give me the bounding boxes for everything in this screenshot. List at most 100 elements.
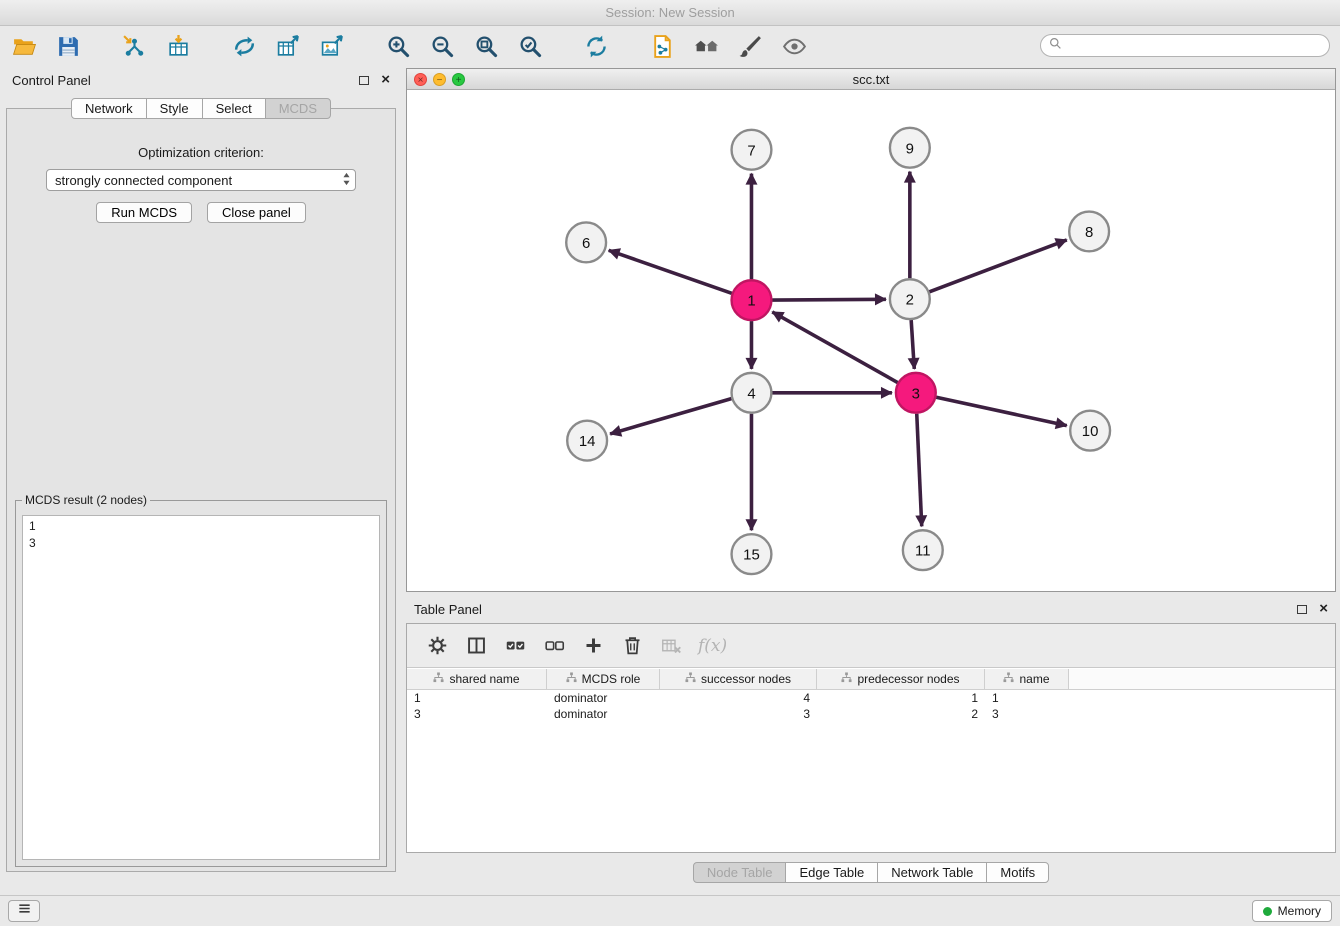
attributes-gear-icon[interactable] — [425, 634, 449, 658]
minimize-window-button[interactable]: − — [433, 73, 446, 86]
node-label-14: 14 — [579, 433, 596, 450]
import-table-icon[interactable] — [162, 31, 194, 61]
tab-network[interactable]: Network — [71, 98, 147, 119]
control-panel-body: NetworkStyleSelectMCDS Optimization crit… — [6, 108, 396, 872]
table-toolbar-icons: f(x) — [407, 624, 1335, 668]
table-panel-body: f(x) shared name MCDS role successor nodes… — [406, 623, 1336, 853]
column-header-label: successor nodes — [701, 672, 791, 686]
column-header-MCDS-role[interactable]: MCDS role — [547, 669, 660, 689]
float-window-icon[interactable] — [1297, 605, 1307, 614]
run-mcds-button[interactable]: Run MCDS — [96, 202, 192, 223]
node-label-7: 7 — [747, 142, 755, 159]
edge-3-11[interactable] — [917, 414, 922, 527]
window-titlebar[interactable]: Session: New Session — [0, 0, 1340, 26]
zoom-fit-icon[interactable] — [470, 31, 502, 61]
delete-column-icon[interactable] — [620, 634, 644, 658]
mcds-result-title: MCDS result (2 nodes) — [22, 493, 150, 507]
cell-name: 3 — [985, 706, 1069, 722]
select-all-columns-icon[interactable] — [503, 634, 527, 658]
table-panel: Table Panel × f(x) shared nameMCDS roles… — [406, 597, 1336, 889]
save-session-icon[interactable] — [52, 31, 84, 61]
column-header-shared-name[interactable]: shared name — [407, 669, 547, 689]
open-session-icon[interactable] — [8, 31, 40, 61]
unselect-all-columns-icon[interactable] — [542, 634, 566, 658]
status-bar: Memory — [0, 895, 1340, 926]
search-box — [1040, 34, 1330, 57]
table-row[interactable]: 3dominator323 — [407, 706, 1335, 722]
column-header-label: name — [1019, 672, 1049, 686]
cell-successor-nodes: 4 — [660, 690, 817, 706]
main-toolbar — [0, 26, 1340, 66]
table-tab-edge-table[interactable]: Edge Table — [785, 862, 878, 883]
table-row[interactable]: 1dominator411 — [407, 690, 1335, 706]
zoom-out-icon[interactable] — [426, 31, 458, 61]
add-column-icon[interactable] — [581, 634, 605, 658]
optimization-criterion-label: Optimization criterion: — [7, 145, 395, 160]
network-window-titlebar[interactable]: × − + scc.txt — [407, 69, 1335, 90]
column-header-successor-nodes[interactable]: successor nodes — [660, 669, 817, 689]
apply-layout-icon[interactable] — [228, 31, 260, 61]
mcds-result-box: MCDS result (2 nodes) 13 — [15, 493, 387, 867]
edge-2-8[interactable] — [929, 240, 1066, 292]
export-image-icon[interactable] — [316, 31, 348, 61]
tab-select[interactable]: Select — [202, 98, 266, 119]
table-tab-motifs[interactable]: Motifs — [986, 862, 1049, 883]
node-label-3: 3 — [912, 385, 920, 402]
cell-predecessor-nodes: 1 — [817, 690, 985, 706]
node-label-4: 4 — [747, 385, 755, 402]
control-panel-header: Control Panel × — [4, 68, 398, 92]
edge-3-1[interactable] — [772, 312, 897, 383]
column-header-label: shared name — [449, 672, 519, 686]
memory-button[interactable]: Memory — [1252, 900, 1332, 922]
column-layout-icon[interactable] — [464, 634, 488, 658]
search-input[interactable] — [1067, 38, 1321, 53]
edge-1-6[interactable] — [609, 250, 732, 293]
table-panel-title: Table Panel — [414, 602, 1297, 617]
column-sort-icon — [1003, 672, 1014, 686]
table-tab-network-table[interactable]: Network Table — [877, 862, 987, 883]
tab-style[interactable]: Style — [146, 98, 203, 119]
close-window-button[interactable]: × — [414, 73, 427, 86]
edge-4-14[interactable] — [610, 399, 731, 434]
edge-3-10[interactable] — [936, 397, 1067, 425]
edge-1-2[interactable] — [772, 299, 886, 300]
table-tab-node-table[interactable]: Node Table — [693, 862, 787, 883]
float-window-icon[interactable] — [359, 76, 369, 85]
edge-2-3[interactable] — [911, 320, 914, 369]
mcds-result-list[interactable]: 13 — [22, 515, 380, 860]
tab-mcds[interactable]: MCDS — [265, 98, 331, 119]
network-canvas[interactable]: 7968124314101511 — [407, 91, 1335, 591]
status-list-button[interactable] — [8, 900, 40, 922]
cell-MCDS-role: dominator — [547, 706, 660, 722]
traffic-lights: × − + — [414, 73, 465, 86]
table-header-row: shared name MCDS role successor nodes prede… — [407, 669, 1335, 690]
close-panel-button[interactable]: Close panel — [207, 202, 306, 223]
maximize-window-button[interactable]: + — [452, 73, 465, 86]
export-table-icon[interactable] — [272, 31, 304, 61]
application-window: Session: New Session Control Panel × Net… — [0, 0, 1340, 926]
table-tabs: Node TableEdge TableNetwork TableMotifs — [406, 862, 1336, 883]
optimization-dropdown[interactable]: strongly connected component — [46, 169, 356, 191]
function-builder-icon: f(x) — [698, 634, 727, 658]
mcds-button-row: Run MCDS Close panel — [7, 202, 395, 223]
close-icon[interactable]: × — [1319, 602, 1328, 616]
column-header-label: MCDS role — [582, 672, 641, 686]
close-icon[interactable]: × — [381, 73, 390, 87]
import-network-icon[interactable] — [118, 31, 150, 61]
column-header-predecessor-nodes[interactable]: predecessor nodes — [817, 669, 985, 689]
document-network-icon[interactable] — [646, 31, 678, 61]
node-label-11: 11 — [915, 543, 931, 560]
style-brush-icon[interactable] — [734, 31, 766, 61]
zoom-selected-icon[interactable] — [514, 31, 546, 61]
zoom-in-icon[interactable] — [382, 31, 414, 61]
memory-button-label: Memory — [1278, 904, 1321, 918]
node-label-6: 6 — [582, 235, 590, 252]
dropdown-chevrons-icon — [342, 172, 351, 189]
home-icon[interactable] — [690, 31, 722, 61]
node-label-1: 1 — [747, 293, 755, 310]
column-header-name[interactable]: name — [985, 669, 1069, 689]
node-label-9: 9 — [906, 140, 914, 157]
eye-icon[interactable] — [778, 31, 810, 61]
refresh-icon[interactable] — [580, 31, 612, 61]
node-label-10: 10 — [1082, 423, 1099, 440]
